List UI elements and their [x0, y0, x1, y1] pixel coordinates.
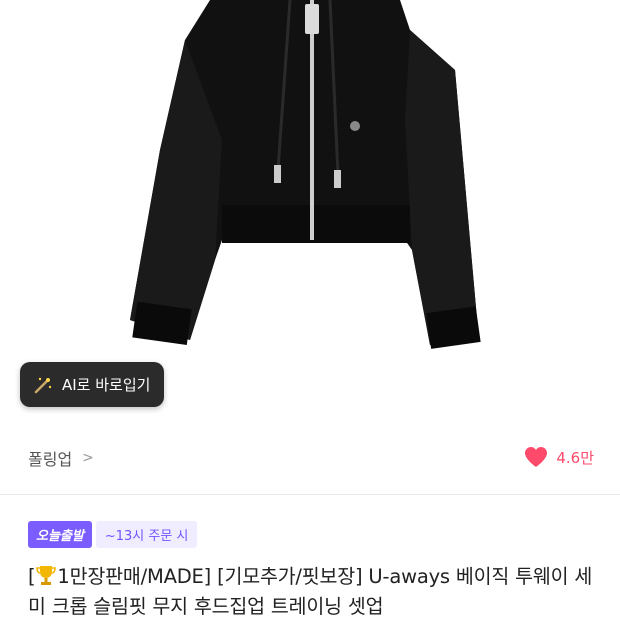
trophy-icon	[35, 564, 57, 586]
title-prefix: [	[28, 565, 36, 588]
brand-link[interactable]: 폴링업 >	[28, 446, 94, 470]
shipping-badges: 오늘출발 ~13시 주문 시	[28, 521, 198, 548]
ai-try-on-label: AI로 바로입기	[62, 376, 151, 394]
brand-name: 폴링업	[28, 450, 73, 469]
title-text: 1만장판매/MADE] [기모추가/핏보장] U-aways 베이직 투웨이 세…	[28, 565, 593, 618]
today-ship-badge: 오늘출발	[28, 521, 92, 548]
chevron-right-icon: >	[82, 450, 94, 466]
like-button[interactable]: 4.6만	[524, 446, 594, 468]
divider	[0, 494, 620, 495]
order-deadline-badge: ~13시 주문 시	[95, 521, 198, 548]
magic-wand-icon	[32, 374, 54, 396]
like-count: 4.6만	[556, 448, 594, 467]
ai-try-on-button[interactable]: AI로 바로입기	[20, 362, 165, 407]
product-title[interactable]: [1만장판매/MADE] [기모추가/핏보장] U-aways 베이직 투웨이 …	[28, 562, 608, 622]
heart-icon	[525, 447, 548, 467]
